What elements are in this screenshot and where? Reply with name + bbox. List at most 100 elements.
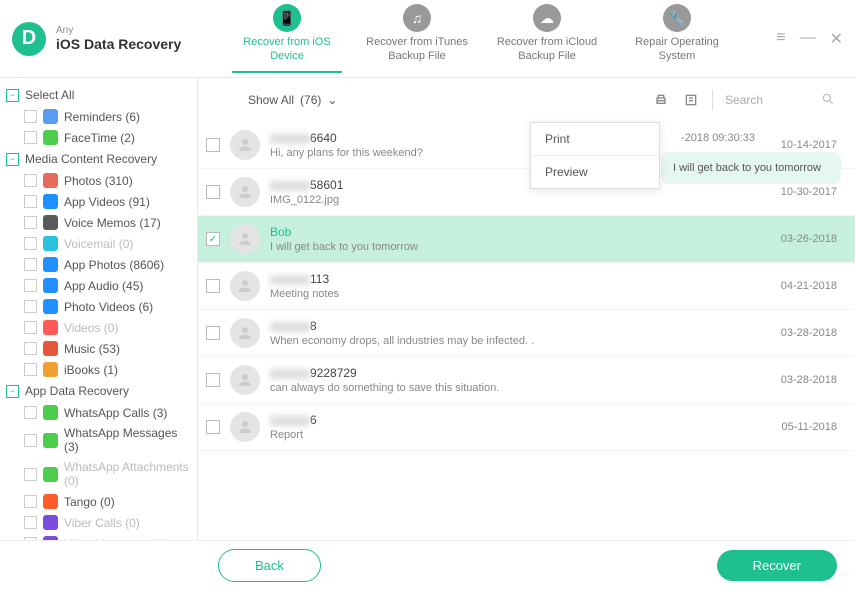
item-label: iBooks (1) <box>64 363 118 377</box>
item-checkbox[interactable] <box>24 300 37 313</box>
sidebar-item[interactable]: Tango (0) <box>4 491 193 512</box>
item-checkbox[interactable] <box>24 110 37 123</box>
message-row[interactable]: 6 Report 05-11-2018 <box>198 404 855 451</box>
sidebar-item[interactable]: App Photos (8606) <box>4 254 193 275</box>
item-checkbox[interactable] <box>24 537 37 540</box>
row-checkbox[interactable] <box>206 326 220 340</box>
item-label: Reminders (6) <box>64 110 140 124</box>
sidebar-item[interactable]: Viber Calls (0) <box>4 512 193 533</box>
message-row[interactable]: 9228729 can always do something to save … <box>198 357 855 404</box>
row-checkbox[interactable] <box>206 279 220 293</box>
tab-1[interactable]: ♫Recover from iTunes Backup File <box>362 4 472 72</box>
popup-preview[interactable]: Preview <box>531 156 659 188</box>
row-checkbox[interactable] <box>206 138 220 152</box>
logo-area: D Any iOS Data Recovery <box>12 22 212 56</box>
msg-date: 03-28-2018 <box>781 374 837 386</box>
popup-print[interactable]: Print <box>531 123 659 156</box>
sidebar-item[interactable]: WhatsApp Attachments (0) <box>4 457 193 491</box>
avatar-icon <box>230 318 260 348</box>
show-all-count: (76) <box>300 93 321 107</box>
sidebar-item[interactable]: FaceTime (2) <box>4 127 193 148</box>
sidebar-item[interactable]: Photo Videos (6) <box>4 296 193 317</box>
category-label: Select All <box>25 88 74 102</box>
sidebar-category[interactable]: −Select All <box>4 84 193 106</box>
sidebar-item[interactable]: Videos (0) <box>4 317 193 338</box>
search-input[interactable]: Search <box>725 92 835 109</box>
sidebar-item[interactable]: WhatsApp Calls (3) <box>4 402 193 423</box>
avatar-icon <box>230 224 260 254</box>
msg-date: 03-28-2018 <box>781 327 837 339</box>
sidebar: −Select AllReminders (6)FaceTime (2)−Med… <box>0 78 198 540</box>
item-checkbox[interactable] <box>24 258 37 271</box>
category-checkbox[interactable]: − <box>6 385 19 398</box>
item-checkbox[interactable] <box>24 516 37 529</box>
detail-timestamp: -2018 09:30:33 <box>661 132 841 144</box>
item-label: Music (53) <box>64 342 120 356</box>
chevron-down-icon: ⌄ <box>327 93 337 107</box>
sidebar-category[interactable]: −Media Content Recovery <box>4 148 193 170</box>
item-checkbox[interactable] <box>24 174 37 187</box>
sidebar-item[interactable]: Voice Memos (17) <box>4 212 193 233</box>
category-checkbox[interactable]: − <box>6 89 19 102</box>
item-checkbox[interactable] <box>24 363 37 376</box>
export-icon[interactable] <box>682 91 700 109</box>
sidebar-item[interactable]: Reminders (6) <box>4 106 193 127</box>
item-checkbox[interactable] <box>24 406 37 419</box>
sidebar-item[interactable]: App Videos (91) <box>4 191 193 212</box>
sidebar-item[interactable]: Voicemail (0) <box>4 233 193 254</box>
item-checkbox[interactable] <box>24 495 37 508</box>
avatar-icon <box>230 130 260 160</box>
item-icon <box>43 405 58 420</box>
show-all-dropdown[interactable]: Show All (76) ⌄ <box>248 93 337 107</box>
item-checkbox[interactable] <box>24 434 37 447</box>
sidebar-item[interactable]: iBooks (1) <box>4 359 193 380</box>
back-button[interactable]: Back <box>218 549 321 582</box>
search-placeholder: Search <box>725 93 763 107</box>
item-icon <box>43 109 58 124</box>
msg-name: 6 <box>270 413 772 427</box>
sidebar-category[interactable]: −App Data Recovery <box>4 380 193 402</box>
sidebar-item[interactable]: App Audio (45) <box>4 275 193 296</box>
item-label: Videos (0) <box>64 321 118 335</box>
msg-date: 05-11-2018 <box>782 421 837 433</box>
item-checkbox[interactable] <box>24 321 37 334</box>
recover-button[interactable]: Recover <box>717 550 837 581</box>
row-checkbox[interactable]: ✓ <box>206 232 220 246</box>
sidebar-item[interactable]: Music (53) <box>4 338 193 359</box>
item-label: Photo Videos (6) <box>64 300 153 314</box>
header: D Any iOS Data Recovery 📱Recover from iO… <box>0 0 855 78</box>
category-checkbox[interactable]: − <box>6 153 19 166</box>
message-row[interactable]: 8 When economy drops, all industries may… <box>198 310 855 357</box>
sidebar-item[interactable]: Viber Messages (0) <box>4 533 193 540</box>
item-label: Voicemail (0) <box>64 237 133 251</box>
row-checkbox[interactable] <box>206 185 220 199</box>
item-checkbox[interactable] <box>24 195 37 208</box>
message-row[interactable]: 113 Meeting notes 04-21-2018 <box>198 263 855 310</box>
tab-2[interactable]: ☁Recover from iCloud Backup File <box>492 4 602 72</box>
item-checkbox[interactable] <box>24 342 37 355</box>
menu-icon[interactable]: ≡ <box>776 29 785 49</box>
msg-snippet: I will get back to you tomorrow <box>270 241 771 253</box>
item-icon <box>43 433 58 448</box>
item-icon <box>43 194 58 209</box>
item-checkbox[interactable] <box>24 216 37 229</box>
close-icon[interactable]: ✕ <box>830 29 843 49</box>
item-label: FaceTime (2) <box>64 131 135 145</box>
item-checkbox[interactable] <box>24 131 37 144</box>
minimize-icon[interactable]: — <box>800 29 816 49</box>
item-checkbox[interactable] <box>24 279 37 292</box>
print-icon[interactable] <box>652 91 670 109</box>
tab-0[interactable]: 📱Recover from iOS Device <box>232 4 342 72</box>
sidebar-item[interactable]: Photos (310) <box>4 170 193 191</box>
message-row[interactable]: ✓ Bob I will get back to you tomorrow 03… <box>198 216 855 263</box>
row-checkbox[interactable] <box>206 373 220 387</box>
sidebar-item[interactable]: WhatsApp Messages (3) <box>4 423 193 457</box>
item-icon <box>43 130 58 145</box>
item-checkbox[interactable] <box>24 237 37 250</box>
item-checkbox[interactable] <box>24 468 37 481</box>
tab-3[interactable]: 🔧Repair Operating System <box>622 4 732 72</box>
msg-name: 9228729 <box>270 366 771 380</box>
item-icon <box>43 215 58 230</box>
row-checkbox[interactable] <box>206 420 220 434</box>
item-icon <box>43 362 58 377</box>
